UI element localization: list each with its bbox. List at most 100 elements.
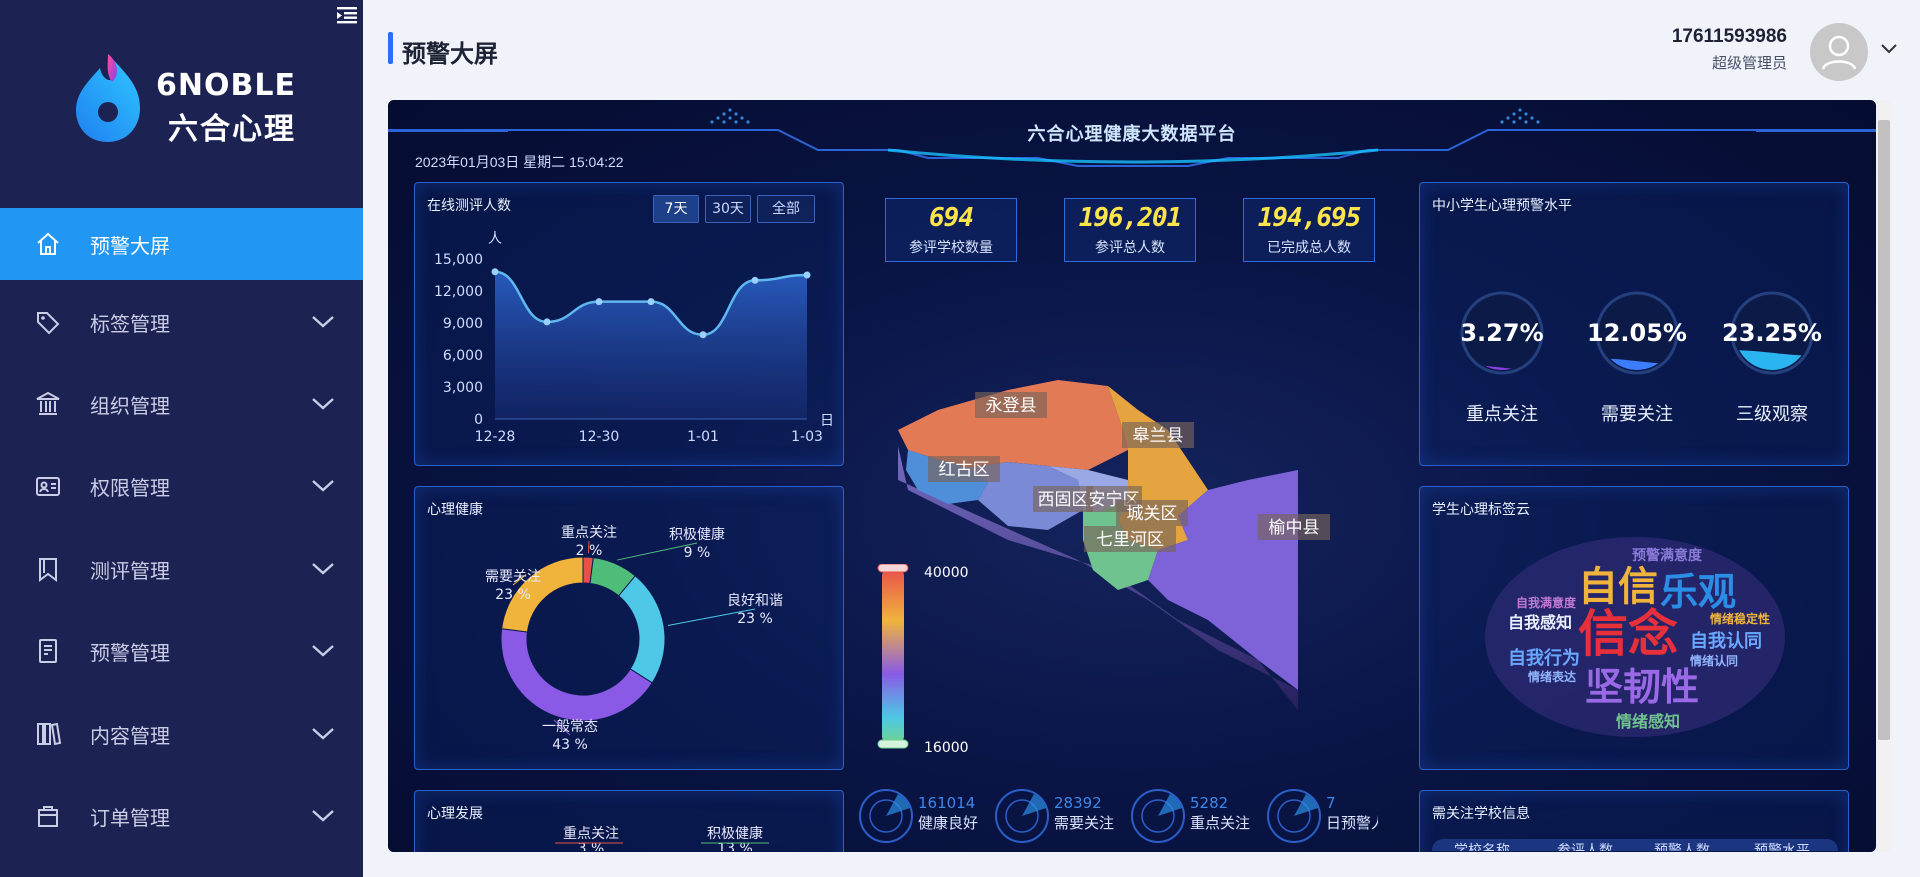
sidebar-item-label: 标签管理 xyxy=(90,311,170,336)
sidebar-item-label: 预警管理 xyxy=(90,640,170,665)
scroll-thumb[interactable] xyxy=(1878,120,1890,740)
tag-icon xyxy=(37,312,60,335)
y-tick-label: 9,000 xyxy=(443,316,483,332)
map-label-xigu: 西固区 xyxy=(1038,490,1089,510)
bottom-stat-value: 7 xyxy=(1326,794,1336,812)
data-point xyxy=(647,298,655,306)
panel-title: 在线测评人数 xyxy=(427,198,511,214)
title-accent-bar xyxy=(388,32,393,64)
menu-collapse-icon[interactable] xyxy=(335,4,359,26)
tag-cloud: 自信 乐观 信念 坚韧性 自我感知 自我认同 自我行为 情绪感知 预警满意度 自… xyxy=(1485,537,1785,737)
data-point xyxy=(491,268,499,276)
stat-value: 694 xyxy=(929,203,974,233)
bottom-stat-label: 日预警人数 xyxy=(1326,814,1378,832)
bottom-stat-daily-warning: 7 日预警人数 xyxy=(1267,789,1378,843)
panel-warning-level: 中小学生心理预警水平 3.27% 重点关注 12.05% 需要关注 23.25% 三级观察 xyxy=(1419,182,1849,466)
stat-label: 参评总人数 xyxy=(1095,240,1165,256)
stat-value: 196,201 xyxy=(1078,203,1183,233)
sidebar-item-label: 内容管理 xyxy=(90,723,170,748)
panel-tag-cloud: 学生心理标签云 自信 乐观 信念 坚韧性 自我感知 自我认同 自我行为 情绪感知… xyxy=(1419,486,1849,770)
slice-pct-label: 43 % xyxy=(552,737,588,753)
stat-card-completed: 194,695 已完成总人数 xyxy=(1243,198,1375,262)
gauge-value: 3.27% xyxy=(1460,319,1543,347)
datetime: 2023年01月03日 星期二 15:04:22 xyxy=(415,154,624,170)
slice-pct-label: 9 % xyxy=(684,545,711,561)
flame-logo-icon xyxy=(76,54,140,142)
range-7-days-button[interactable]: 7天 xyxy=(653,195,699,223)
user-role: 超级管理员 xyxy=(1711,54,1787,72)
sidebar-item-orders[interactable]: 订单管理 xyxy=(0,780,363,852)
bottom-stat-label: 健康良好 xyxy=(918,814,978,832)
bottom-stat-healthy: 161014 健康良好 xyxy=(859,789,978,843)
legend-min: 16000 xyxy=(924,740,969,756)
bank-icon xyxy=(36,391,60,415)
slice-pct-label: 23 % xyxy=(737,611,773,627)
slice-name-label: 一般常态 xyxy=(542,719,598,735)
stat-label: 参评学校数量 xyxy=(909,240,993,256)
sidebar-item-label: 预警大屏 xyxy=(90,233,170,258)
school-table-header: 学校名称 参评人数 预警人数 预警水平 xyxy=(1432,839,1838,851)
x-tick-label: 12-30 xyxy=(579,429,620,445)
donut-slice xyxy=(617,575,666,684)
slice-name-label: 积极健康 xyxy=(669,526,725,543)
bookmark-icon xyxy=(39,558,57,582)
sidebar-item-label: 测评管理 xyxy=(90,558,170,583)
sidebar-item-label: 订单管理 xyxy=(90,805,170,830)
development-labels: 重点关注 3 % 积极健康 13 % xyxy=(555,825,769,851)
panel-development: 心理发展 重点关注 3 % 积极健康 13 % xyxy=(414,790,844,852)
chevron-down-icon xyxy=(312,810,334,822)
user-icon xyxy=(1821,35,1857,70)
id-card-icon xyxy=(36,477,60,496)
data-point xyxy=(699,331,707,339)
gauge-value: 23.25% xyxy=(1722,319,1822,347)
tag-word: 情绪稳定性 xyxy=(1710,611,1770,626)
sidebar-item-permission[interactable]: 权限管理 xyxy=(0,450,363,522)
scrollbar[interactable] xyxy=(1876,100,1892,852)
sidebar-item-assessment[interactable]: 测评管理 xyxy=(0,533,363,605)
map-label-qilihe: 七里河区 xyxy=(1096,530,1164,550)
sidebar-item-tags[interactable]: 标签管理 xyxy=(0,286,363,358)
data-point xyxy=(751,276,759,284)
dashboard-title: 六合心理健康大数据平台 xyxy=(1027,124,1237,145)
sidebar-item-content[interactable]: 内容管理 xyxy=(0,698,363,770)
sidebar-item-warning[interactable]: 预警管理 xyxy=(0,615,363,687)
chevron-down-icon[interactable] xyxy=(1880,42,1898,56)
panel-school-info: 需关注学校信息 学校名称 参评人数 预警人数 预警水平 xyxy=(1419,790,1849,852)
range-all-button[interactable]: 全部 xyxy=(757,195,815,223)
document-icon xyxy=(39,639,57,663)
bottom-stat-key-focus: 5282 重点关注 xyxy=(1131,789,1250,843)
mental-health-donut-chart: 重点关注2 %积极健康9 %良好和谐23 %一般常态43 %需要关注23 % xyxy=(485,525,783,753)
home-icon xyxy=(37,232,59,255)
page-title: 预警大屏 xyxy=(402,40,498,68)
bottom-stat-label: 需要关注 xyxy=(1054,814,1114,832)
y-axis-label: 人 xyxy=(488,231,502,247)
chevron-down-icon xyxy=(312,728,334,740)
tag-word: 自我感知 xyxy=(1508,613,1572,632)
bottom-stat-needs-attention: 28392 需要关注 xyxy=(995,789,1114,843)
gauge-label: 三级观察 xyxy=(1736,404,1808,425)
avatar[interactable] xyxy=(1810,23,1868,81)
stat-card-schools: 694 参评学校数量 xyxy=(885,198,1017,262)
tag-word: 自我行为 xyxy=(1508,647,1580,669)
y-tick-label: 3,000 xyxy=(443,380,483,396)
x-tick-label: 1-01 xyxy=(687,429,719,445)
warning-level-gauges: 3.27% 重点关注 12.05% 需要关注 23.25% 三级观察 xyxy=(1460,291,1822,425)
sidebar-item-warning-screen[interactable]: 预警大屏 xyxy=(0,208,363,280)
map-label-yuzhong: 榆中县 xyxy=(1269,518,1320,538)
slice-name-label: 良好和谐 xyxy=(727,593,783,609)
y-tick-label: 12,000 xyxy=(434,284,483,300)
stat-label: 已完成总人数 xyxy=(1267,240,1351,256)
x-tick-label: 1-03 xyxy=(791,429,823,445)
table-header-participants: 参评人数 xyxy=(1557,842,1613,851)
range-30-days-button[interactable]: 30天 xyxy=(705,195,751,223)
chevron-down-icon xyxy=(312,563,334,575)
table-header-warnings: 预警人数 xyxy=(1654,843,1710,851)
donut-slice xyxy=(500,628,653,722)
stat-value: 194,695 xyxy=(1257,203,1362,233)
sidebar-item-org[interactable]: 组织管理 xyxy=(0,368,363,440)
y-tick-label: 6,000 xyxy=(443,348,483,364)
map-label-honggu: 红古区 xyxy=(939,460,990,480)
bottom-stat-value: 5282 xyxy=(1190,794,1228,812)
tag-word: 坚韧性 xyxy=(1585,665,1699,709)
slice-name-label: 需要关注 xyxy=(485,569,541,585)
